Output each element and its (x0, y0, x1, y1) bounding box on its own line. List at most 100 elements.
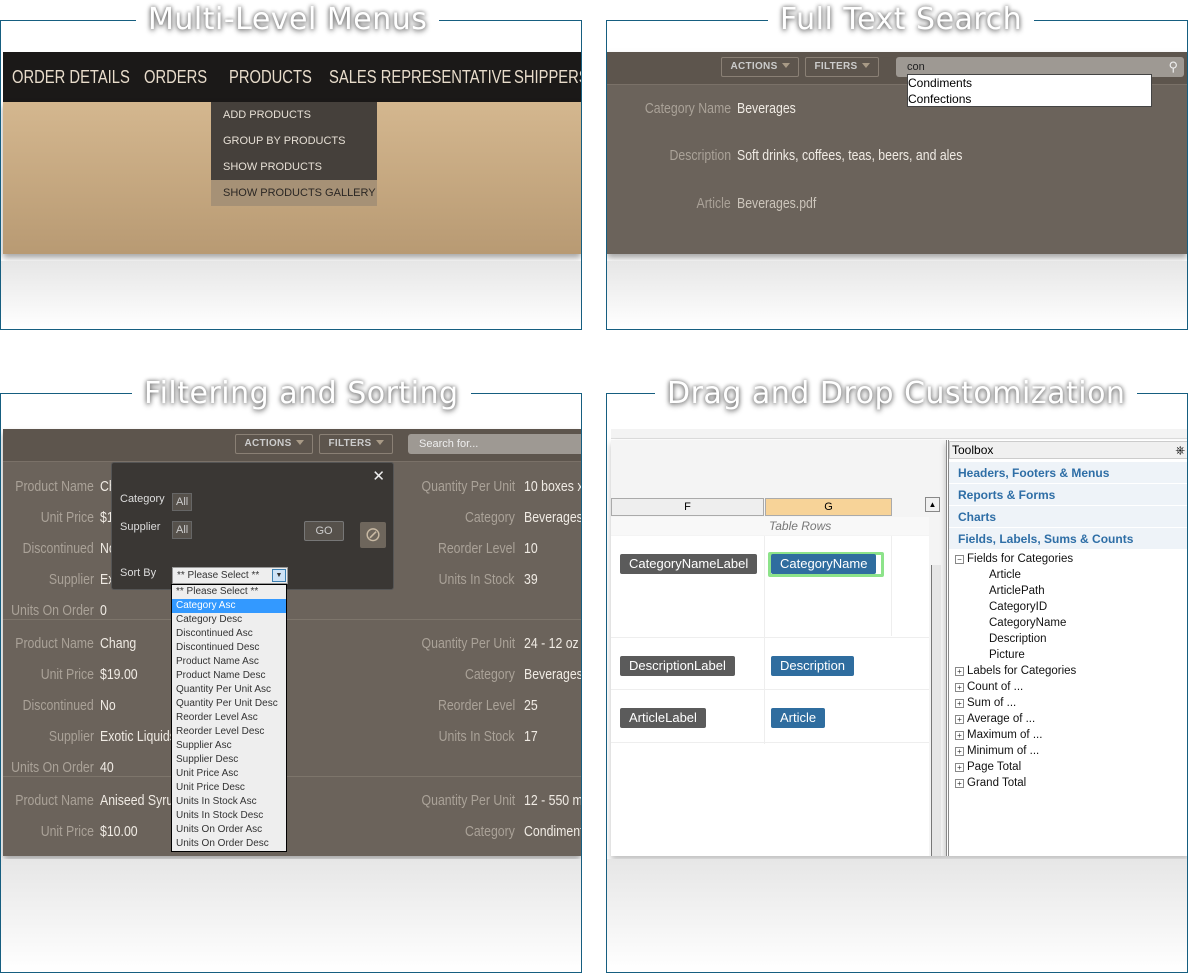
column-header-f[interactable]: F (611, 498, 764, 516)
scroll-up-icon[interactable]: ▲ (925, 497, 940, 512)
tree-group-item[interactable]: + Sum of ... (955, 697, 1016, 709)
expand-icon[interactable]: + (955, 747, 964, 756)
expand-icon[interactable]: + (955, 779, 964, 788)
submenu-show-products-gallery[interactable]: SHOW PRODUCTS GALLERY (211, 180, 377, 206)
tree-group-item[interactable]: + Maximum of ... (955, 729, 1042, 741)
filters-button[interactable]: FILTERS (319, 434, 393, 454)
menu-shippers[interactable]: SHIPPERS (514, 67, 581, 88)
ruler (611, 429, 1187, 439)
article-field-chip[interactable]: Article (771, 708, 826, 728)
tree-field-item[interactable]: Article (989, 569, 1021, 581)
expand-icon[interactable]: + (955, 683, 964, 692)
tree-field-item[interactable]: CategoryName (989, 617, 1066, 629)
description-label-chip[interactable]: DescriptionLabel (620, 656, 735, 676)
record-field-label: Product Name (15, 792, 94, 809)
record-field-label: Quantity Per Unit (421, 478, 515, 495)
sort-option[interactable]: Units On Order Desc (172, 837, 286, 851)
expand-icon[interactable]: + (955, 763, 964, 772)
sort-options-list: ** Please Select ** Category Asc Category … (171, 584, 287, 852)
dropdown-arrow-icon[interactable]: ▼ (272, 569, 286, 582)
sort-option[interactable]: Product Name Desc (172, 669, 286, 683)
column-header-g[interactable]: G (765, 498, 892, 516)
sort-option[interactable]: Discontinued Asc (172, 627, 286, 641)
actions-button[interactable]: ACTIONS (235, 434, 313, 454)
sort-option[interactable]: Category Desc (172, 613, 286, 627)
clear-filter-icon[interactable]: ⊘ (360, 522, 386, 548)
collapse-icon[interactable]: − (955, 555, 964, 564)
close-icon[interactable]: ✕ (372, 467, 385, 485)
menu-products[interactable]: PRODUCTS (229, 67, 312, 88)
suggestion-confections[interactable]: Confections (908, 91, 1151, 107)
filtering-sorting-panel: ACTIONS FILTERS Search for... Product Na… (0, 393, 582, 973)
tree-group-item[interactable]: + Labels for Categories (955, 665, 1076, 677)
record-field-value: Beverages (524, 666, 582, 683)
field-label: Description (669, 147, 731, 164)
record-field-value: 24 - 12 oz bottles (524, 635, 581, 652)
tree-group-item[interactable]: + Grand Total (955, 777, 1026, 789)
article-label-chip[interactable]: ArticleLabel (620, 708, 706, 728)
submenu-group-by-products[interactable]: GROUP BY PRODUCTS (211, 128, 377, 154)
menu-sales-rep[interactable]: SALES REPRESENTATIVE (329, 67, 511, 88)
tree-field-item[interactable]: CategoryID (989, 601, 1047, 613)
tree-group-item[interactable]: + Count of ... (955, 681, 1023, 693)
sort-option[interactable]: Product Name Asc (172, 655, 286, 669)
sort-option[interactable]: Quantity Per Unit Desc (172, 697, 286, 711)
menu-order-details[interactable]: ORDER DETAILS (12, 67, 130, 88)
sort-option[interactable]: Unit Price Asc (172, 767, 286, 781)
expand-icon[interactable]: + (955, 731, 964, 740)
toolbox-section[interactable]: Fields, Labels, Sums & Counts (949, 528, 1187, 550)
tree-field-item[interactable]: Description (989, 633, 1047, 645)
suggestion-condiments[interactable]: Condiments (908, 75, 1151, 91)
category-name-label-chip[interactable]: CategoryNameLabel (620, 554, 758, 574)
sort-option[interactable]: Category Asc (172, 599, 286, 613)
category-select[interactable]: All (172, 493, 193, 511)
tree-field-item[interactable]: ArticlePath (989, 585, 1045, 597)
sort-option[interactable]: Reorder Level Asc (172, 711, 286, 725)
field-value: Soft drinks, coffees, teas, beers, and a… (737, 147, 963, 164)
sort-option[interactable]: Supplier Desc (172, 753, 286, 767)
go-button[interactable]: GO (304, 521, 344, 541)
sort-option[interactable]: Unit Price Desc (172, 781, 286, 795)
record-field-value: Beverages (524, 509, 582, 526)
sort-option[interactable]: Supplier Asc (172, 739, 286, 753)
toolbox-panel: Toolbox ⎈ Headers, Footers & Menus Report… (946, 440, 1187, 856)
toolbox-section[interactable]: Headers, Footers & Menus (949, 462, 1187, 484)
search-input[interactable]: Search for... (408, 434, 581, 454)
actions-button[interactable]: ACTIONS (721, 57, 799, 77)
tree-group-item[interactable]: + Page Total (955, 761, 1021, 773)
supplier-select[interactable]: All (172, 521, 193, 539)
toolbox-section[interactable]: Reports & Forms (949, 484, 1187, 506)
sort-option[interactable]: Units On Order Asc (172, 823, 286, 837)
menu-orders[interactable]: ORDERS (144, 67, 207, 88)
sort-option[interactable]: ** Please Select ** (172, 585, 286, 599)
category-label: Category (120, 493, 165, 505)
category-name-field-chip[interactable]: CategoryName (771, 554, 877, 574)
tree-field-item[interactable]: Picture (989, 649, 1025, 661)
tree-group-item[interactable]: + Average of ... (955, 713, 1035, 725)
search-icon[interactable]: ⚲ (1168, 57, 1178, 77)
toolbox-section[interactable]: Charts (949, 506, 1187, 528)
submenu-add-products[interactable]: ADD PRODUCTS (211, 102, 377, 128)
record-field-value: Aniseed Syrup (100, 792, 181, 809)
expand-icon[interactable]: + (955, 699, 964, 708)
pin-icon[interactable]: ⎈ (1175, 442, 1185, 458)
filter-popup: ✕ Category All Supplier All GO ⊘ Sort By… (111, 462, 394, 590)
sort-by-select[interactable]: ** Please Select ** ▼ (172, 567, 288, 584)
filters-button[interactable]: FILTERS (805, 57, 879, 77)
expand-icon[interactable]: + (955, 715, 964, 724)
sort-option[interactable]: Units In Stock Desc (172, 809, 286, 823)
description-field-chip[interactable]: Description (771, 656, 855, 676)
sort-option[interactable]: Quantity Per Unit Asc (172, 683, 286, 697)
submenu-show-products[interactable]: SHOW PRODUCTS (211, 154, 377, 180)
record-field-label: Units In Stock (439, 571, 515, 588)
sort-option[interactable]: Units In Stock Asc (172, 795, 286, 809)
tree-group-item[interactable]: + Minimum of ... (955, 745, 1039, 757)
record-field-label: Reorder Level (437, 540, 515, 557)
record-field-value: No (100, 697, 116, 714)
tree-node-fields[interactable]: − Fields for Categories (955, 553, 1073, 565)
sort-option[interactable]: Discontinued Desc (172, 641, 286, 655)
sort-option[interactable]: Reorder Level Desc (172, 725, 286, 739)
expand-icon[interactable]: + (955, 667, 964, 676)
table-rows-label: Table Rows (611, 517, 929, 535)
vertical-scrollbar[interactable] (931, 565, 941, 856)
